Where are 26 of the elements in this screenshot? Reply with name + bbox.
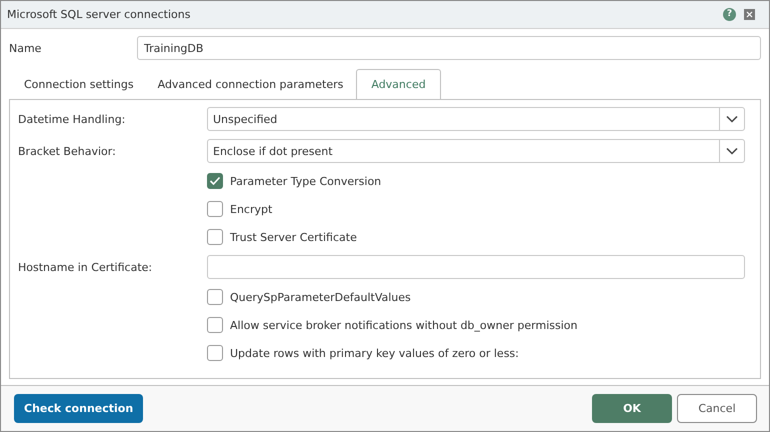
name-label: Name (9, 42, 42, 54)
name-field[interactable]: TrainingDB (137, 36, 761, 60)
dropdown[interactable]: Unspecified (207, 107, 745, 131)
check-connection-button[interactable]: Check connection (14, 394, 144, 423)
close-icon[interactable] (744, 9, 755, 20)
ok-button[interactable]: OK (592, 394, 672, 423)
dropdown[interactable]: Enclose if dot present (207, 139, 745, 163)
cancel-button[interactable]: Cancel (677, 394, 757, 423)
chevron-down-icon (726, 115, 738, 123)
tab[interactable]: Connection settings (13, 69, 147, 99)
input-field[interactable] (207, 255, 745, 279)
window-title: Microsoft SQL server connections (7, 8, 192, 21)
field-label: Bracket Behavior: (18, 144, 117, 158)
tab[interactable]: Advanced connection parameters (146, 69, 356, 99)
checkmark-icon (209, 176, 221, 186)
checkbox[interactable]: Parameter Type Conversion (207, 173, 382, 189)
checkbox[interactable]: Update rows with primary key values of zero or less: (207, 345, 519, 361)
checkbox[interactable]: Trust Server Certificate (207, 229, 357, 245)
field-label: Datetime Handling: (18, 112, 126, 126)
field-label: Hostname in Certificate: (18, 260, 154, 274)
help-button[interactable]: ? (723, 8, 736, 21)
chevron-down-icon (726, 147, 738, 155)
checkbox[interactable]: QuerySpParameterDefaultValues (207, 289, 411, 305)
checkbox[interactable]: Encrypt (207, 201, 272, 217)
checkbox[interactable]: Allow service broker notifications without db_owner permission (207, 317, 578, 333)
tab[interactable]: Advanced (356, 69, 441, 100)
